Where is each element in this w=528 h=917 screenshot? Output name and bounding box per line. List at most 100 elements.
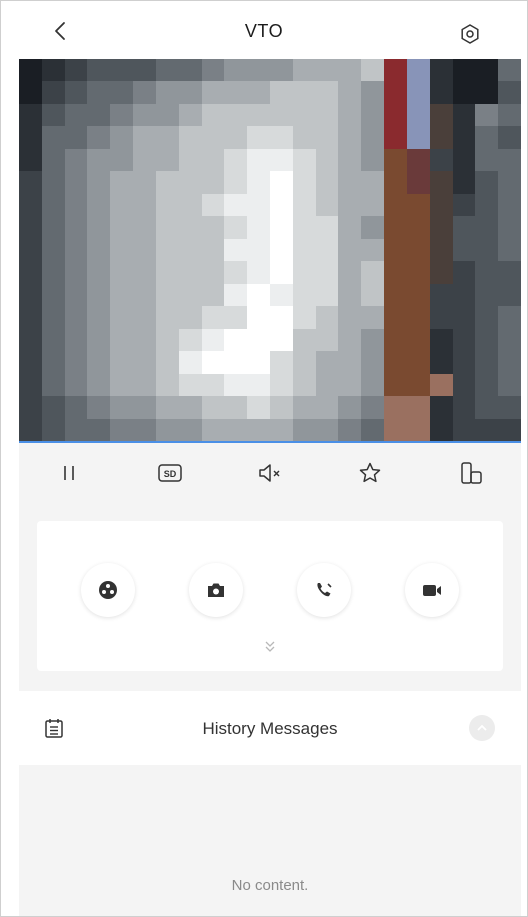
video-pixel [87, 193, 111, 217]
chevron-up-icon[interactable] [469, 715, 495, 741]
video-pixel [178, 171, 202, 194]
video-pixel [155, 193, 179, 217]
video-pixel [133, 306, 156, 329]
video-pixel [87, 283, 111, 307]
video-pixel [19, 103, 42, 127]
video-pixel [452, 396, 476, 419]
unlock-button[interactable] [81, 563, 135, 617]
record-button[interactable] [405, 563, 459, 617]
video-pixel [292, 396, 316, 419]
double-chevron-down-icon[interactable] [258, 639, 282, 657]
video-pixel [19, 418, 42, 441]
video-pixel [155, 103, 179, 127]
video-pixel [19, 396, 42, 419]
gear-icon[interactable] [459, 23, 481, 45]
video-pixel [292, 306, 316, 329]
video-pixel [110, 351, 134, 374]
video-pixel [87, 59, 111, 82]
video-pixel [406, 238, 430, 262]
pause-button[interactable] [47, 451, 91, 495]
video-pixel [64, 283, 88, 307]
history-messages-header: History Messages [19, 691, 521, 765]
video-pixel [338, 306, 362, 329]
video-pixel [247, 216, 270, 239]
video-pixel [41, 59, 65, 82]
sd-icon: SD [157, 464, 182, 482]
video-pixel [384, 126, 407, 149]
video-pixel [452, 373, 476, 397]
video-pixel [361, 283, 385, 307]
video-pixel [155, 81, 179, 104]
video-pixel [498, 328, 521, 352]
video-pixel [338, 216, 362, 239]
video-pixel [315, 328, 339, 352]
video-pixel [41, 351, 65, 374]
video-pixel [224, 171, 248, 194]
video-pixel [224, 216, 248, 239]
snapshot-button[interactable] [189, 563, 243, 617]
pause-icon [64, 466, 74, 480]
video-pixel [64, 261, 88, 284]
video-pixel [110, 306, 134, 329]
rotate-screen-button[interactable] [449, 451, 493, 495]
video-pixel [361, 148, 385, 172]
video-pixel [247, 171, 270, 194]
video-pixel [361, 126, 385, 149]
video-pixel [224, 396, 248, 419]
video-pixel [270, 148, 293, 172]
video-pixel [361, 216, 385, 239]
video-pixel [361, 418, 385, 441]
video-pixel [384, 193, 407, 217]
video-pixel [292, 59, 316, 82]
video-pixel [19, 328, 42, 352]
video-preview[interactable] [19, 59, 521, 443]
video-pixel [201, 418, 225, 441]
video-pixel [292, 193, 316, 217]
video-pixel [19, 283, 42, 307]
video-pixel [270, 396, 293, 419]
video-pixel [498, 373, 521, 397]
video-pixel [338, 396, 362, 419]
video-pixel [64, 373, 88, 397]
video-pixel [110, 193, 134, 217]
video-pixel [384, 396, 407, 419]
video-pixel [19, 171, 42, 194]
video-pixel [201, 171, 225, 194]
video-pixel [201, 373, 225, 397]
video-pixel [247, 103, 270, 127]
video-pixel [247, 261, 270, 284]
video-pixel [247, 126, 270, 149]
video-pixel [406, 396, 430, 419]
video-pixel [224, 328, 248, 352]
video-pixel [133, 216, 156, 239]
sd-button[interactable]: SD [148, 451, 192, 495]
favorite-button[interactable] [348, 451, 392, 495]
video-pixel [292, 283, 316, 307]
video-pixel [19, 81, 42, 104]
video-pixel [452, 283, 476, 307]
talk-button[interactable] [297, 563, 351, 617]
video-pixel [361, 373, 385, 397]
video-pixel [452, 148, 476, 172]
video-pixel [133, 81, 156, 104]
app-frame: VTO SD History Messages No content. [0, 0, 528, 917]
video-toolbar: SD [19, 443, 521, 503]
video-pixel [475, 373, 499, 397]
video-pixel [292, 238, 316, 262]
video-pixel [270, 261, 293, 284]
video-pixel [178, 148, 202, 172]
video-pixel [247, 418, 270, 441]
mute-button[interactable] [248, 451, 292, 495]
video-pixel [384, 328, 407, 352]
video-pixel [41, 238, 65, 262]
video-pixel [498, 238, 521, 262]
video-pixel [361, 193, 385, 217]
video-pixel [201, 81, 225, 104]
video-pixel [429, 261, 453, 284]
video-pixel [247, 306, 270, 329]
video-pixel [361, 261, 385, 284]
video-pixel [41, 193, 65, 217]
video-pixel [178, 193, 202, 217]
video-pixel [201, 306, 225, 329]
video-pixel [270, 103, 293, 127]
